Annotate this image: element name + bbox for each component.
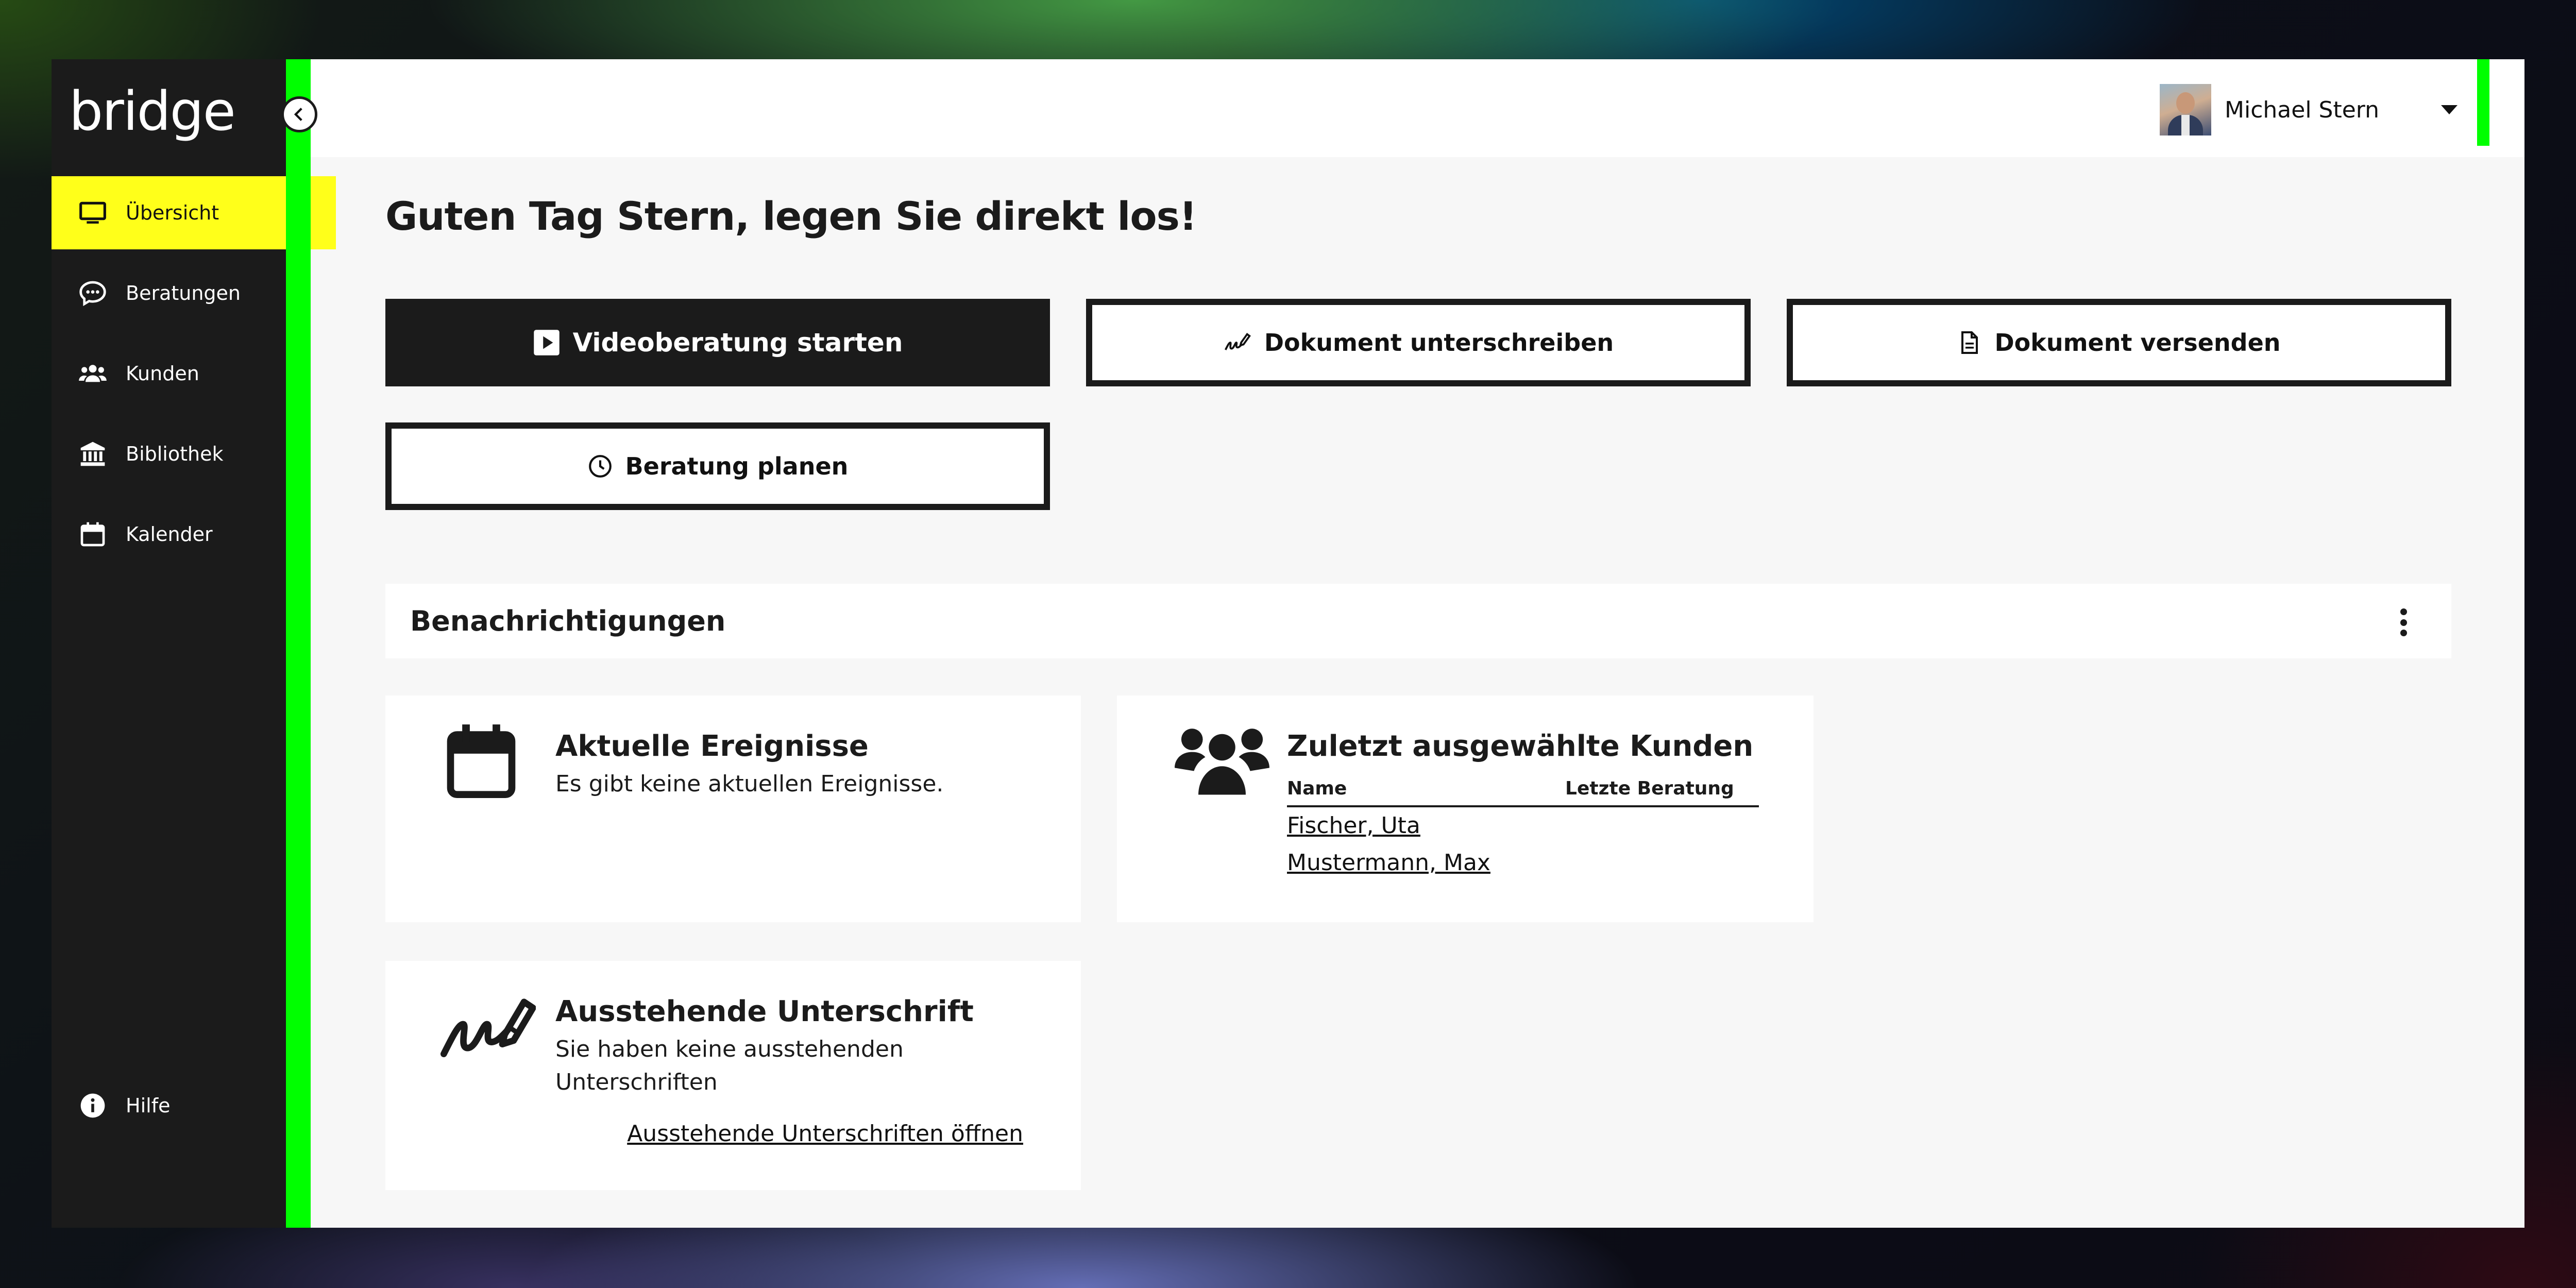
chevron-left-icon <box>294 108 302 121</box>
user-menu[interactable]: Michael Stern <box>2160 84 2458 135</box>
signature-title: Ausstehende Unterschrift <box>555 995 974 1028</box>
avatar <box>2160 84 2212 135</box>
recent-customers-table: Name Letzte Beratung Fischer, Uta Muster… <box>1287 778 1759 882</box>
bridge-logo[interactable]: bridge <box>69 80 236 143</box>
recent-customers-card: Zuletzt ausgewählte Kunden Name Letzte B… <box>1117 696 1814 922</box>
page-title: Guten Tag Stern, legen Sie direkt los! <box>385 193 1197 239</box>
plan-consultation-button[interactable]: Beratung planen <box>385 422 1050 510</box>
chat-bubble-icon <box>78 279 107 308</box>
bank-icon <box>78 439 107 468</box>
pending-signature-card: Ausstehende Unterschrift Sie haben keine… <box>385 961 1081 1190</box>
document-icon <box>1957 330 1982 355</box>
sidebar-item-label: Hilfe <box>126 1094 171 1117</box>
notifications-header: Benachrichtigungen <box>385 584 2451 658</box>
users-icon <box>1175 728 1269 795</box>
more-options-icon[interactable] <box>2399 608 2408 636</box>
notifications-title: Benachrichtigungen <box>410 605 726 637</box>
start-video-consultation-button[interactable]: Videoberatung starten <box>385 299 1050 386</box>
signature-icon <box>440 998 536 1058</box>
signature-icon <box>1223 328 1252 357</box>
table-header: Name Letzte Beratung <box>1287 778 1759 807</box>
sign-document-button[interactable]: Dokument unterschreiben <box>1086 299 1751 386</box>
clock-icon <box>587 453 613 479</box>
signature-empty-text-line1: Sie haben keine ausstehenden <box>555 1036 904 1062</box>
users-icon <box>78 359 107 388</box>
user-name: Michael Stern <box>2225 96 2379 123</box>
customer-link-fischer[interactable]: Fischer, Uta <box>1287 807 1759 844</box>
sidebar-item-label: Beratungen <box>126 282 241 304</box>
sidebar-item-label: Übersicht <box>126 201 219 224</box>
app-window: bridge Übersicht Beratungen Kunden Bibli… <box>52 59 2524 1228</box>
calendar-icon <box>78 520 107 549</box>
info-icon <box>78 1091 107 1120</box>
header-accent-strip <box>2477 59 2489 146</box>
send-document-button[interactable]: Dokument versenden <box>1787 299 2451 386</box>
sidebar: bridge Übersicht Beratungen Kunden Bibli… <box>52 59 336 1228</box>
column-header-last-consultation: Letzte Beratung <box>1565 778 1734 799</box>
events-title: Aktuelle Ereignisse <box>555 730 869 763</box>
signature-empty-text-line2: Unterschriften <box>555 1069 718 1095</box>
collapse-sidebar-button[interactable] <box>281 96 317 132</box>
top-header: Michael Stern <box>311 59 2524 157</box>
play-icon <box>533 329 561 357</box>
events-empty-text: Es gibt keine aktuellen Ereignisse. <box>555 771 944 797</box>
monitor-icon <box>78 198 107 227</box>
open-pending-signatures-link[interactable]: Ausstehende Unterschriften öffnen <box>627 1121 1023 1147</box>
customers-title: Zuletzt ausgewählte Kunden <box>1287 730 1754 763</box>
chevron-down-icon[interactable] <box>2441 105 2458 114</box>
sidebar-item-label: Bibliothek <box>126 443 224 465</box>
calendar-icon <box>447 724 516 798</box>
sidebar-item-label: Kunden <box>126 362 199 385</box>
current-events-card: Aktuelle Ereignisse Es gibt keine aktuel… <box>385 696 1081 922</box>
column-header-name: Name <box>1287 778 1347 799</box>
customer-link-mustermann[interactable]: Mustermann, Max <box>1287 844 1759 882</box>
sidebar-accent-strip <box>286 59 311 1228</box>
sidebar-item-label: Kalender <box>126 523 213 546</box>
